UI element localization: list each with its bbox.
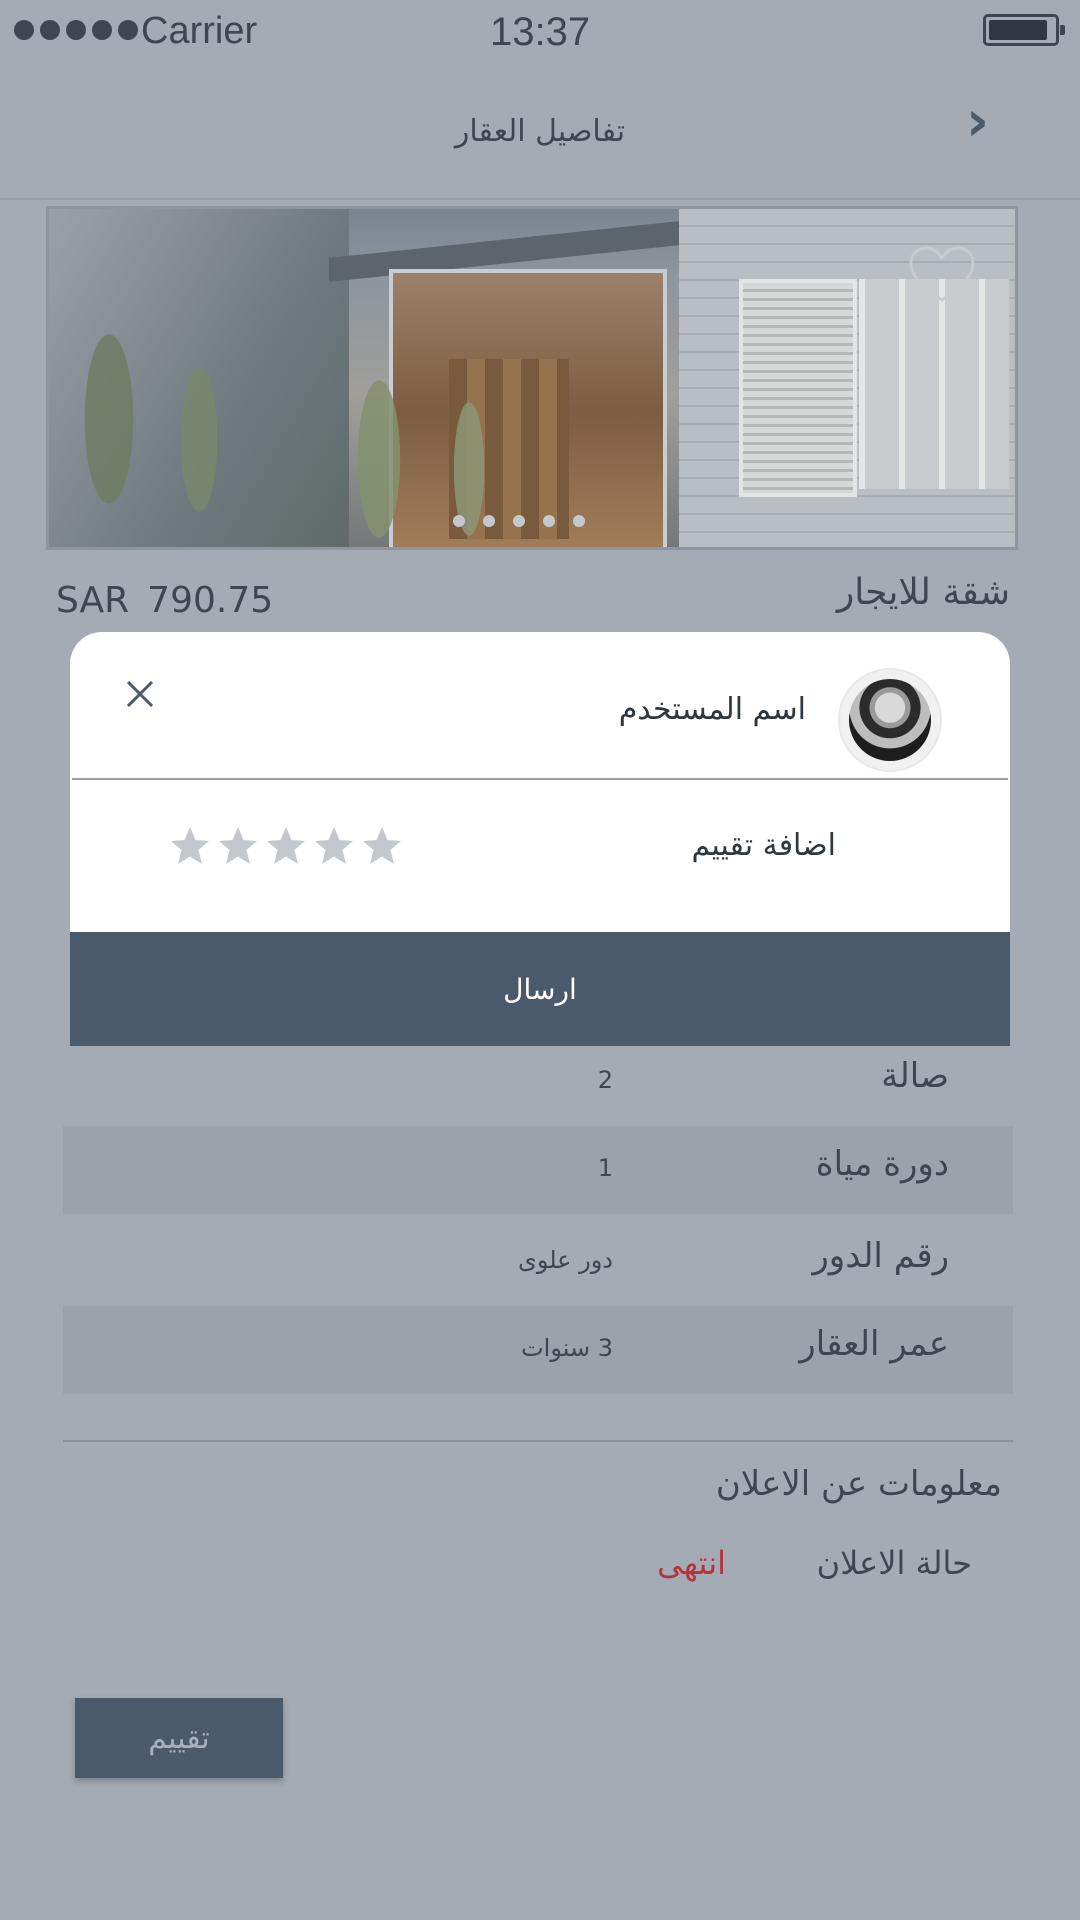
property-image-carousel[interactable] bbox=[46, 206, 1018, 550]
detail-value: 3 سنوات bbox=[521, 1334, 613, 1362]
table-row: عمر العقار 3 سنوات bbox=[63, 1306, 1013, 1394]
price-amount: 790.75 bbox=[147, 580, 274, 621]
rate-button[interactable]: تقييم bbox=[75, 1698, 283, 1778]
ad-info-heading: معلومات عن الاعلان bbox=[715, 1464, 1002, 1504]
table-row: رقم الدور دور علوى bbox=[63, 1218, 1013, 1306]
heart-icon[interactable] bbox=[907, 245, 977, 305]
close-icon[interactable] bbox=[120, 674, 160, 714]
page-dot[interactable] bbox=[513, 515, 525, 527]
ad-status-label: حالة الاعلان bbox=[816, 1544, 972, 1582]
status-time: 13:37 bbox=[490, 10, 591, 54]
page-dot[interactable] bbox=[543, 515, 555, 527]
back-chevron-icon[interactable]: › bbox=[966, 94, 989, 150]
carousel-page-indicator[interactable] bbox=[453, 515, 585, 527]
detail-label: دورة مياة bbox=[815, 1144, 949, 1184]
navigation-bar: تفاصيل العقار › bbox=[0, 64, 1080, 200]
submit-rating-button[interactable]: ارسال bbox=[70, 932, 1010, 1046]
page-title: تفاصيل العقار bbox=[454, 114, 626, 149]
rating-modal: اسم المستخدم اضافة تقييم ارسال bbox=[70, 632, 1010, 1046]
detail-label: رقم الدور bbox=[812, 1236, 949, 1276]
carrier-name: Carrier bbox=[141, 10, 258, 52]
table-row: دورة مياة 1 bbox=[63, 1126, 1013, 1214]
username: اسم المستخدم bbox=[618, 692, 806, 727]
status-bar: Carrier 13:37 bbox=[0, 0, 1080, 64]
avatar bbox=[840, 670, 940, 770]
modal-divider bbox=[72, 778, 1008, 780]
page-dot[interactable] bbox=[573, 515, 585, 527]
rating-label: اضافة تقييم bbox=[691, 828, 836, 863]
detail-value: 1 bbox=[597, 1154, 613, 1182]
detail-label: عمر العقار bbox=[799, 1324, 949, 1364]
star-icon[interactable] bbox=[312, 824, 356, 868]
listing-price: SAR 790.75 bbox=[56, 580, 273, 621]
ad-status-value: انتهى bbox=[657, 1544, 726, 1582]
detail-value: دور علوى bbox=[518, 1246, 613, 1274]
listing-title: شقة للايجار bbox=[836, 572, 1010, 613]
avatar-photo bbox=[849, 679, 931, 761]
page-dot[interactable] bbox=[453, 515, 465, 527]
price-currency: SAR bbox=[56, 580, 130, 621]
section-divider bbox=[63, 1440, 1013, 1442]
signal-strength-icon bbox=[14, 20, 138, 40]
battery-icon bbox=[983, 14, 1065, 46]
star-icon[interactable] bbox=[216, 824, 260, 868]
detail-label: صالة bbox=[881, 1056, 949, 1096]
page-dot[interactable] bbox=[483, 515, 495, 527]
star-icon[interactable] bbox=[360, 824, 404, 868]
detail-value: 2 bbox=[597, 1066, 613, 1094]
star-rating[interactable] bbox=[168, 824, 404, 868]
star-icon[interactable] bbox=[264, 824, 308, 868]
star-icon[interactable] bbox=[168, 824, 212, 868]
table-row: صالة 2 bbox=[63, 1038, 1013, 1126]
